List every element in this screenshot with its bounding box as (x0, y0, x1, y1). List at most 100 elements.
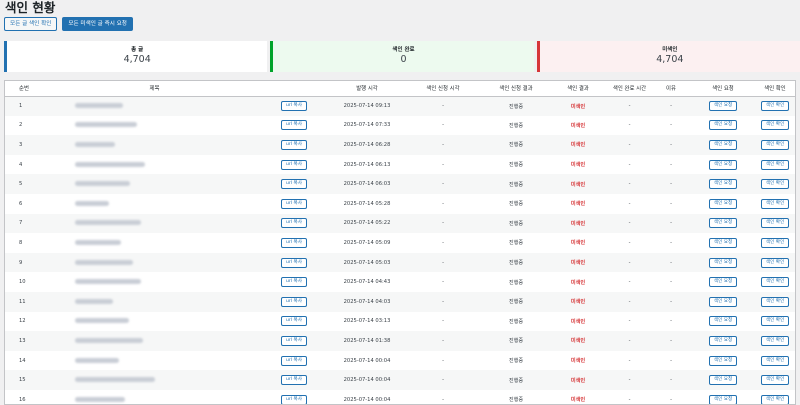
row-title[interactable] (37, 331, 272, 351)
table-row: 12 url 복사 2025-07-14 03:13 - 진행중 미색인 - - 색인 요청 색인… (5, 312, 795, 332)
copy-url-button[interactable]: url 복사 (281, 257, 307, 268)
copy-url-button[interactable]: url 복사 (281, 335, 307, 346)
row-req-time: - (402, 174, 484, 194)
request-all-unindexed-button[interactable]: 모든 미색인 글 즉시 요청 (62, 17, 133, 31)
row-title[interactable] (37, 213, 272, 234)
table-row: 16 url 복사 2025-07-14 00:04 - 진행중 미색인 - - 색인 요청 색인… (5, 390, 795, 404)
request-index-button[interactable]: 색인 요청 (708, 257, 738, 268)
request-index-button[interactable]: 색인 요청 (708, 316, 738, 327)
row-num: 7 (5, 213, 37, 234)
copy-url-button[interactable]: url 복사 (281, 159, 307, 170)
row-reason: - (670, 161, 672, 168)
check-index-button[interactable]: 색인 확인 (760, 296, 790, 307)
table-row: 11 url 복사 2025-07-14 04:03- 진행중 미색인 - - 색인 요청 색인… (5, 291, 795, 312)
row-copy-cell: url 복사 (272, 233, 332, 253)
copy-url-button[interactable]: url 복사 (281, 139, 307, 150)
check-index-button[interactable]: 색인 확인 (760, 101, 790, 112)
copy-url-button[interactable]: url 복사 (281, 218, 307, 229)
row-title[interactable] (37, 116, 272, 136)
redacted-title (75, 337, 143, 343)
copy-url-button[interactable]: url 복사 (281, 237, 307, 248)
row-title[interactable] (37, 96, 272, 116)
stat-unindexed-label: 미색인 (662, 47, 678, 53)
row-title[interactable] (37, 252, 272, 273)
row-title[interactable] (37, 233, 272, 253)
request-index-button[interactable]: 색인 요청 (708, 335, 738, 346)
copy-url-button[interactable]: url 복사 (281, 198, 307, 209)
check-index-button[interactable]: 색인 확인 (760, 335, 790, 346)
row-published: 2025-07-14 07:33 (343, 122, 391, 129)
request-index-button[interactable]: 색인 요청 (708, 218, 738, 229)
copy-url-button[interactable]: url 복사 (281, 120, 307, 131)
row-num: 13 (5, 331, 37, 351)
row-check-cell: 색인 확인 (755, 213, 795, 234)
row-check-cell: 색인 확인 (755, 291, 795, 312)
request-index-button[interactable]: 색인 요청 (708, 296, 738, 307)
row-num: 15 (5, 370, 37, 390)
request-index-button[interactable]: 색인 요청 (708, 198, 738, 209)
request-index-button[interactable]: 색인 요청 (708, 139, 738, 150)
check-index-button[interactable]: 색인 확인 (760, 179, 790, 190)
copy-url-button[interactable]: url 복사 (281, 277, 307, 288)
request-index-button[interactable]: 색인 요청 (708, 237, 738, 248)
copy-url-button[interactable]: url 복사 (281, 394, 307, 404)
row-title[interactable] (37, 370, 272, 390)
request-index-button[interactable]: 색인 요청 (708, 394, 738, 404)
check-index-button[interactable]: 색인 확인 (760, 120, 790, 131)
row-req-result: 진행중 (508, 318, 524, 325)
check-index-button[interactable]: 색인 확인 (760, 237, 790, 248)
request-index-button[interactable]: 색인 요청 (708, 179, 738, 190)
check-index-button[interactable]: 색인 확인 (760, 198, 790, 209)
check-index-button[interactable]: 색인 확인 (760, 355, 790, 366)
row-index-result: 미색인 (548, 174, 608, 194)
check-index-button[interactable]: 색인 확인 (760, 257, 790, 268)
col-published: 발행 시각 (332, 81, 402, 97)
check-index-button[interactable]: 색인 확인 (760, 394, 790, 404)
copy-url-button[interactable]: url 복사 (281, 296, 307, 307)
request-index-button[interactable]: 색인 요청 (708, 120, 738, 131)
check-index-button[interactable]: 색인 확인 (760, 139, 790, 150)
copy-url-button[interactable]: url 복사 (281, 101, 307, 112)
row-title[interactable] (37, 351, 272, 371)
row-title[interactable] (37, 174, 272, 194)
copy-url-button[interactable]: url 복사 (281, 375, 307, 386)
request-index-button[interactable]: 색인 요청 (708, 375, 738, 386)
check-index-button[interactable]: 색인 확인 (760, 277, 790, 288)
row-reason: - (651, 213, 691, 234)
request-index-button[interactable]: 색인 요청 (708, 277, 738, 288)
copy-url-button[interactable]: url 복사 (281, 316, 307, 327)
check-index-button[interactable]: 색인 확인 (760, 316, 790, 327)
check-all-index-button[interactable]: 모든 글 색인 확인 (4, 17, 58, 31)
check-index-button[interactable]: 색인 확인 (760, 375, 790, 386)
row-title[interactable] (37, 390, 272, 404)
request-index-button[interactable]: 색인 요청 (708, 101, 738, 112)
row-title[interactable] (37, 194, 272, 214)
row-title[interactable] (37, 155, 272, 175)
row-title[interactable] (37, 312, 272, 332)
request-index-button[interactable]: 색인 요청 (708, 159, 738, 170)
row-done-time: - (628, 239, 631, 246)
copy-url-button[interactable]: url 복사 (281, 179, 307, 190)
request-index-button[interactable]: 색인 요청 (708, 355, 738, 366)
page-title: 색인 현황 (5, 0, 56, 15)
row-published: 2025-07-14 09:13 (332, 96, 402, 116)
row-title[interactable] (37, 272, 272, 292)
check-index-button[interactable]: 색인 확인 (760, 218, 790, 229)
copy-url-button[interactable]: url 복사 (281, 355, 307, 366)
row-req-time: - (442, 357, 444, 364)
row-title[interactable] (37, 135, 272, 155)
row-check-cell: 색인 확인 (755, 116, 795, 136)
row-done-time: - (608, 174, 651, 194)
row-request-cell: 색인 요청 (691, 194, 755, 214)
row-req-result: 진행중 (484, 370, 548, 390)
row-index-result: 미색인 (570, 279, 586, 286)
row-title[interactable] (37, 291, 272, 312)
stats-panel: 총 글 4,704 색인 완료 0 미색인 4,704 (4, 41, 800, 72)
row-published: 2025-07-14 05:28 (343, 200, 391, 207)
stat-indexed-label: 색인 완료 (392, 47, 415, 53)
row-done-time: - (608, 331, 651, 351)
check-index-button[interactable]: 색인 확인 (760, 159, 790, 170)
row-num: 4 (19, 161, 23, 168)
row-published: 2025-07-14 05:03 (332, 252, 402, 273)
row-check-cell: 색인 확인 (755, 194, 795, 214)
